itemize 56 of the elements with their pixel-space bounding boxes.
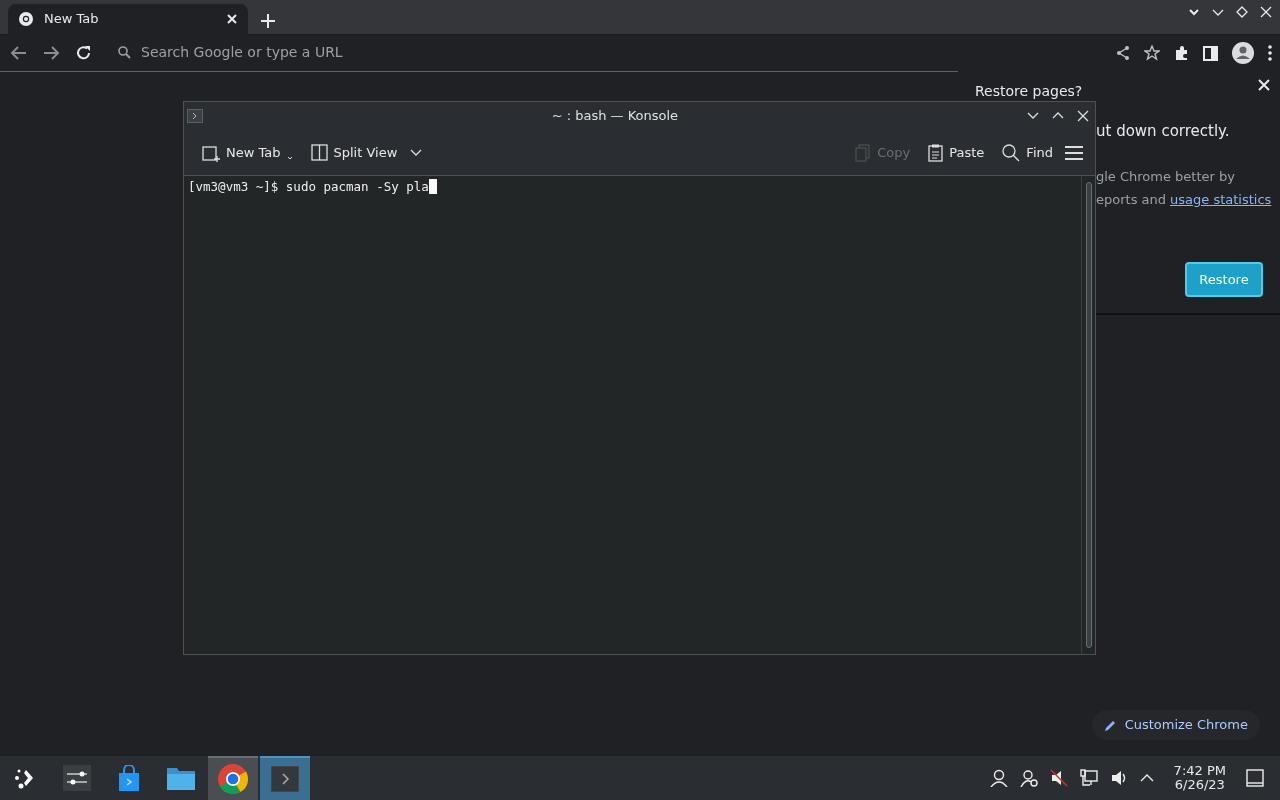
menu-icon[interactable]	[1065, 144, 1083, 161]
dialog-text: eports and	[1096, 191, 1166, 209]
terminal-icon	[187, 109, 204, 123]
paste-button[interactable]: Paste	[922, 138, 991, 167]
clock-date[interactable]: 6/26/23	[1173, 778, 1226, 792]
dialog-message: ut down correctly.	[1096, 121, 1230, 142]
find-button[interactable]: Find	[996, 138, 1059, 167]
split-button[interactable]: Split View	[304, 138, 428, 167]
star-icon[interactable]	[1144, 45, 1160, 61]
avatar-icon[interactable]	[1232, 42, 1254, 64]
user-switch-icon[interactable]	[1019, 769, 1038, 787]
speaker-icon[interactable]	[1109, 769, 1128, 787]
network-icon[interactable]	[1079, 769, 1098, 787]
scrollbar-thumb[interactable]	[1085, 182, 1092, 648]
close-icon[interactable]	[1258, 79, 1270, 91]
show-desktop-icon[interactable]	[1246, 769, 1264, 787]
address-field[interactable]: Search Google or type a URL	[118, 42, 343, 63]
caret-down-icon	[286, 155, 293, 160]
close-icon[interactable]	[1076, 110, 1089, 122]
usage-statistics-link[interactable]: usage statistics	[1170, 190, 1272, 210]
close-icon[interactable]	[1260, 6, 1272, 18]
new-tab-icon[interactable]	[261, 13, 275, 28]
taskbar-app[interactable]	[208, 756, 258, 800]
extensions-icon[interactable]	[1174, 45, 1189, 61]
text-cursor	[428, 179, 437, 194]
clock-time[interactable]: 7:42 PM	[1173, 764, 1226, 778]
reload-icon[interactable]	[76, 44, 92, 61]
pencil-icon	[1103, 718, 1117, 732]
caret-down-icon	[409, 148, 422, 157]
terminal-icon	[271, 766, 299, 792]
shopping-bag-icon	[116, 765, 142, 791]
command-line: [vm3@vm3 ~]$ sudo pacman -Sy pla	[188, 179, 429, 194]
forward-icon[interactable]	[43, 44, 60, 61]
copy-icon	[855, 143, 872, 162]
search-icon	[1002, 143, 1021, 162]
share-icon[interactable]	[1116, 45, 1130, 61]
settings-icon	[63, 765, 91, 791]
search-icon	[118, 46, 131, 59]
caret-up-icon[interactable]	[1139, 772, 1154, 784]
dialog-title: Restore pages?	[975, 84, 1083, 98]
browser-tab[interactable]: New Tab	[8, 4, 248, 34]
new-tab-icon	[202, 143, 220, 162]
menu-icon[interactable]	[1268, 45, 1272, 61]
maximize-icon[interactable]	[1236, 6, 1248, 18]
customize-chrome-button[interactable]: Customize Chrome	[1091, 710, 1260, 740]
clipboard-icon	[928, 143, 944, 162]
user-icon[interactable]	[989, 769, 1008, 787]
dialog-text: gle Chrome better by	[1096, 168, 1235, 186]
folder-icon	[166, 765, 196, 791]
newtab-button[interactable]: New Tab	[196, 138, 299, 167]
muted-speaker-icon[interactable]	[1049, 769, 1068, 787]
split-view-icon	[310, 144, 328, 161]
close-icon[interactable]	[226, 13, 238, 25]
window-title: ~ : bash — Konsole	[550, 107, 680, 126]
side-panel-icon[interactable]	[1203, 45, 1218, 61]
back-icon[interactable]	[10, 44, 27, 61]
